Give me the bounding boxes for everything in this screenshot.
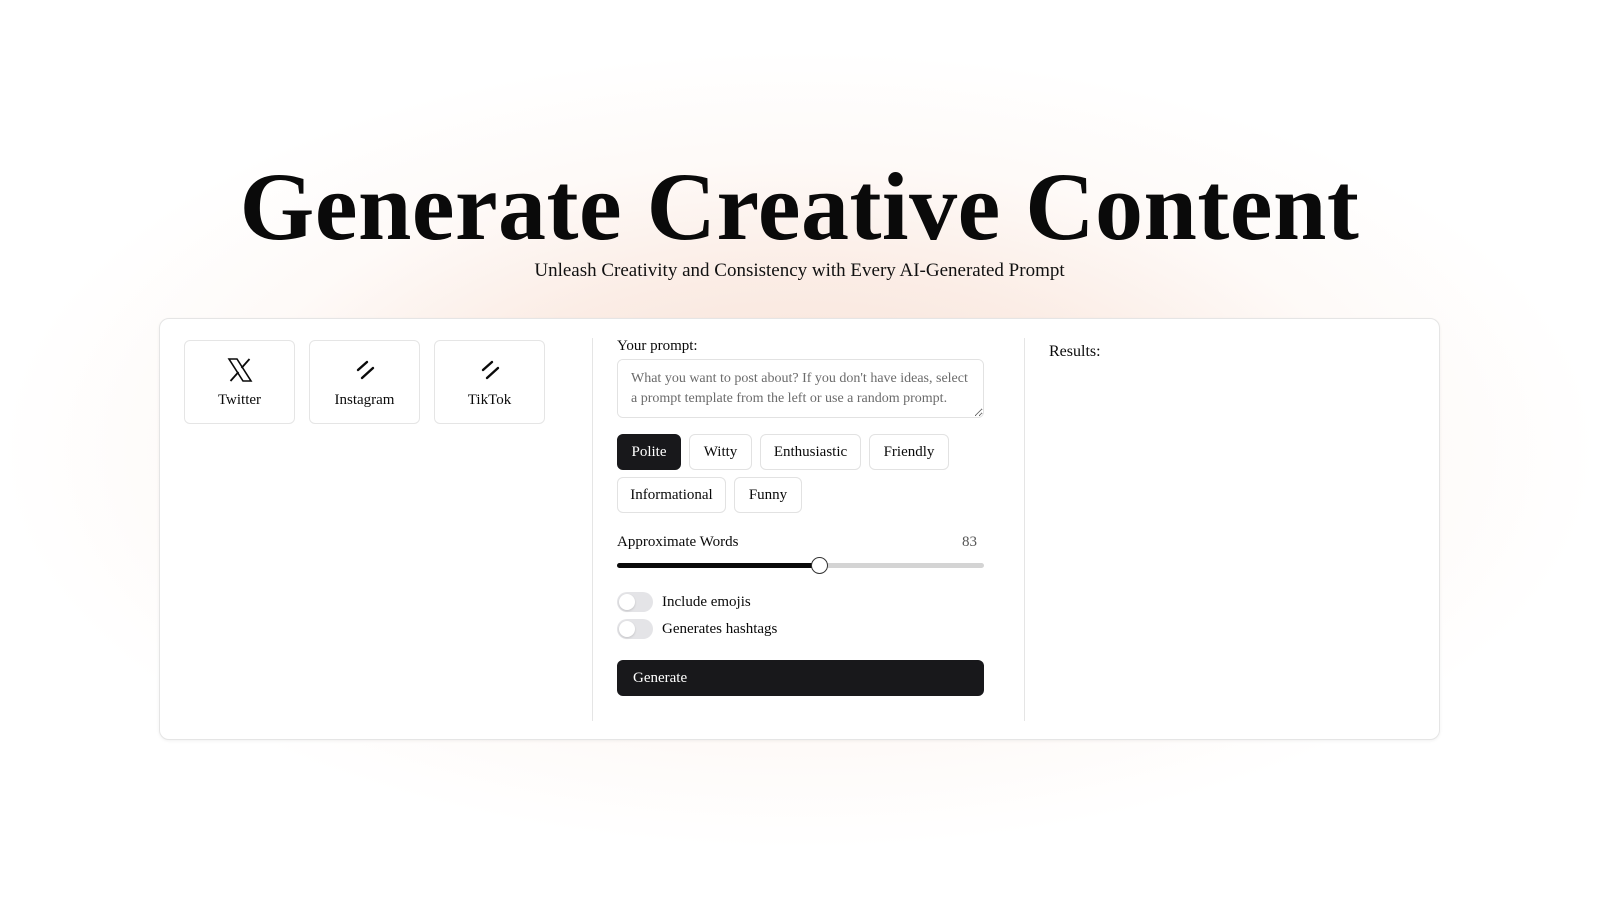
tone-friendly[interactable]: Friendly	[869, 434, 949, 470]
results-label: Results:	[1049, 343, 1101, 360]
platform-label: Instagram	[334, 392, 395, 408]
platform-tiktok[interactable]: TikTok	[434, 340, 545, 424]
generator-card: Twitter Instagram TikTok Your prompt: Po…	[159, 318, 1440, 740]
emojis-label: Include emojis	[662, 594, 751, 610]
slider-fill	[617, 563, 819, 568]
toggle-knob	[619, 621, 635, 637]
toggle-knob	[619, 594, 635, 610]
words-value: 83	[962, 534, 977, 550]
tone-informational[interactable]: Informational	[617, 477, 726, 513]
prompt-label: Your prompt:	[617, 338, 698, 354]
generate-button[interactable]: Generate	[617, 660, 984, 696]
column-divider	[1024, 338, 1025, 721]
prompt-input[interactable]	[617, 359, 984, 418]
tone-funny[interactable]: Funny	[734, 477, 802, 513]
platform-twitter[interactable]: Twitter	[184, 340, 295, 424]
hashtags-label: Generates hashtags	[662, 621, 778, 637]
x-logo-icon	[185, 355, 294, 385]
slash-icon	[435, 355, 544, 385]
tone-polite[interactable]: Polite	[617, 434, 681, 470]
column-divider	[592, 338, 593, 721]
platform-instagram[interactable]: Instagram	[309, 340, 420, 424]
platform-label: TikTok	[467, 392, 512, 408]
slash-icon	[310, 355, 419, 385]
platform-label: Twitter	[217, 392, 262, 408]
page-subtitle: Unleash Creativity and Consistency with …	[534, 260, 1065, 281]
page-title: Generate Creative Content	[239, 153, 1360, 260]
hashtags-toggle[interactable]	[617, 619, 653, 639]
words-label: Approximate Words	[617, 534, 739, 550]
words-slider[interactable]	[617, 557, 984, 574]
slider-thumb[interactable]	[810, 557, 828, 574]
tone-witty[interactable]: Witty	[689, 434, 752, 470]
emojis-toggle[interactable]	[617, 592, 653, 612]
tone-enthusiastic[interactable]: Enthusiastic	[760, 434, 861, 470]
